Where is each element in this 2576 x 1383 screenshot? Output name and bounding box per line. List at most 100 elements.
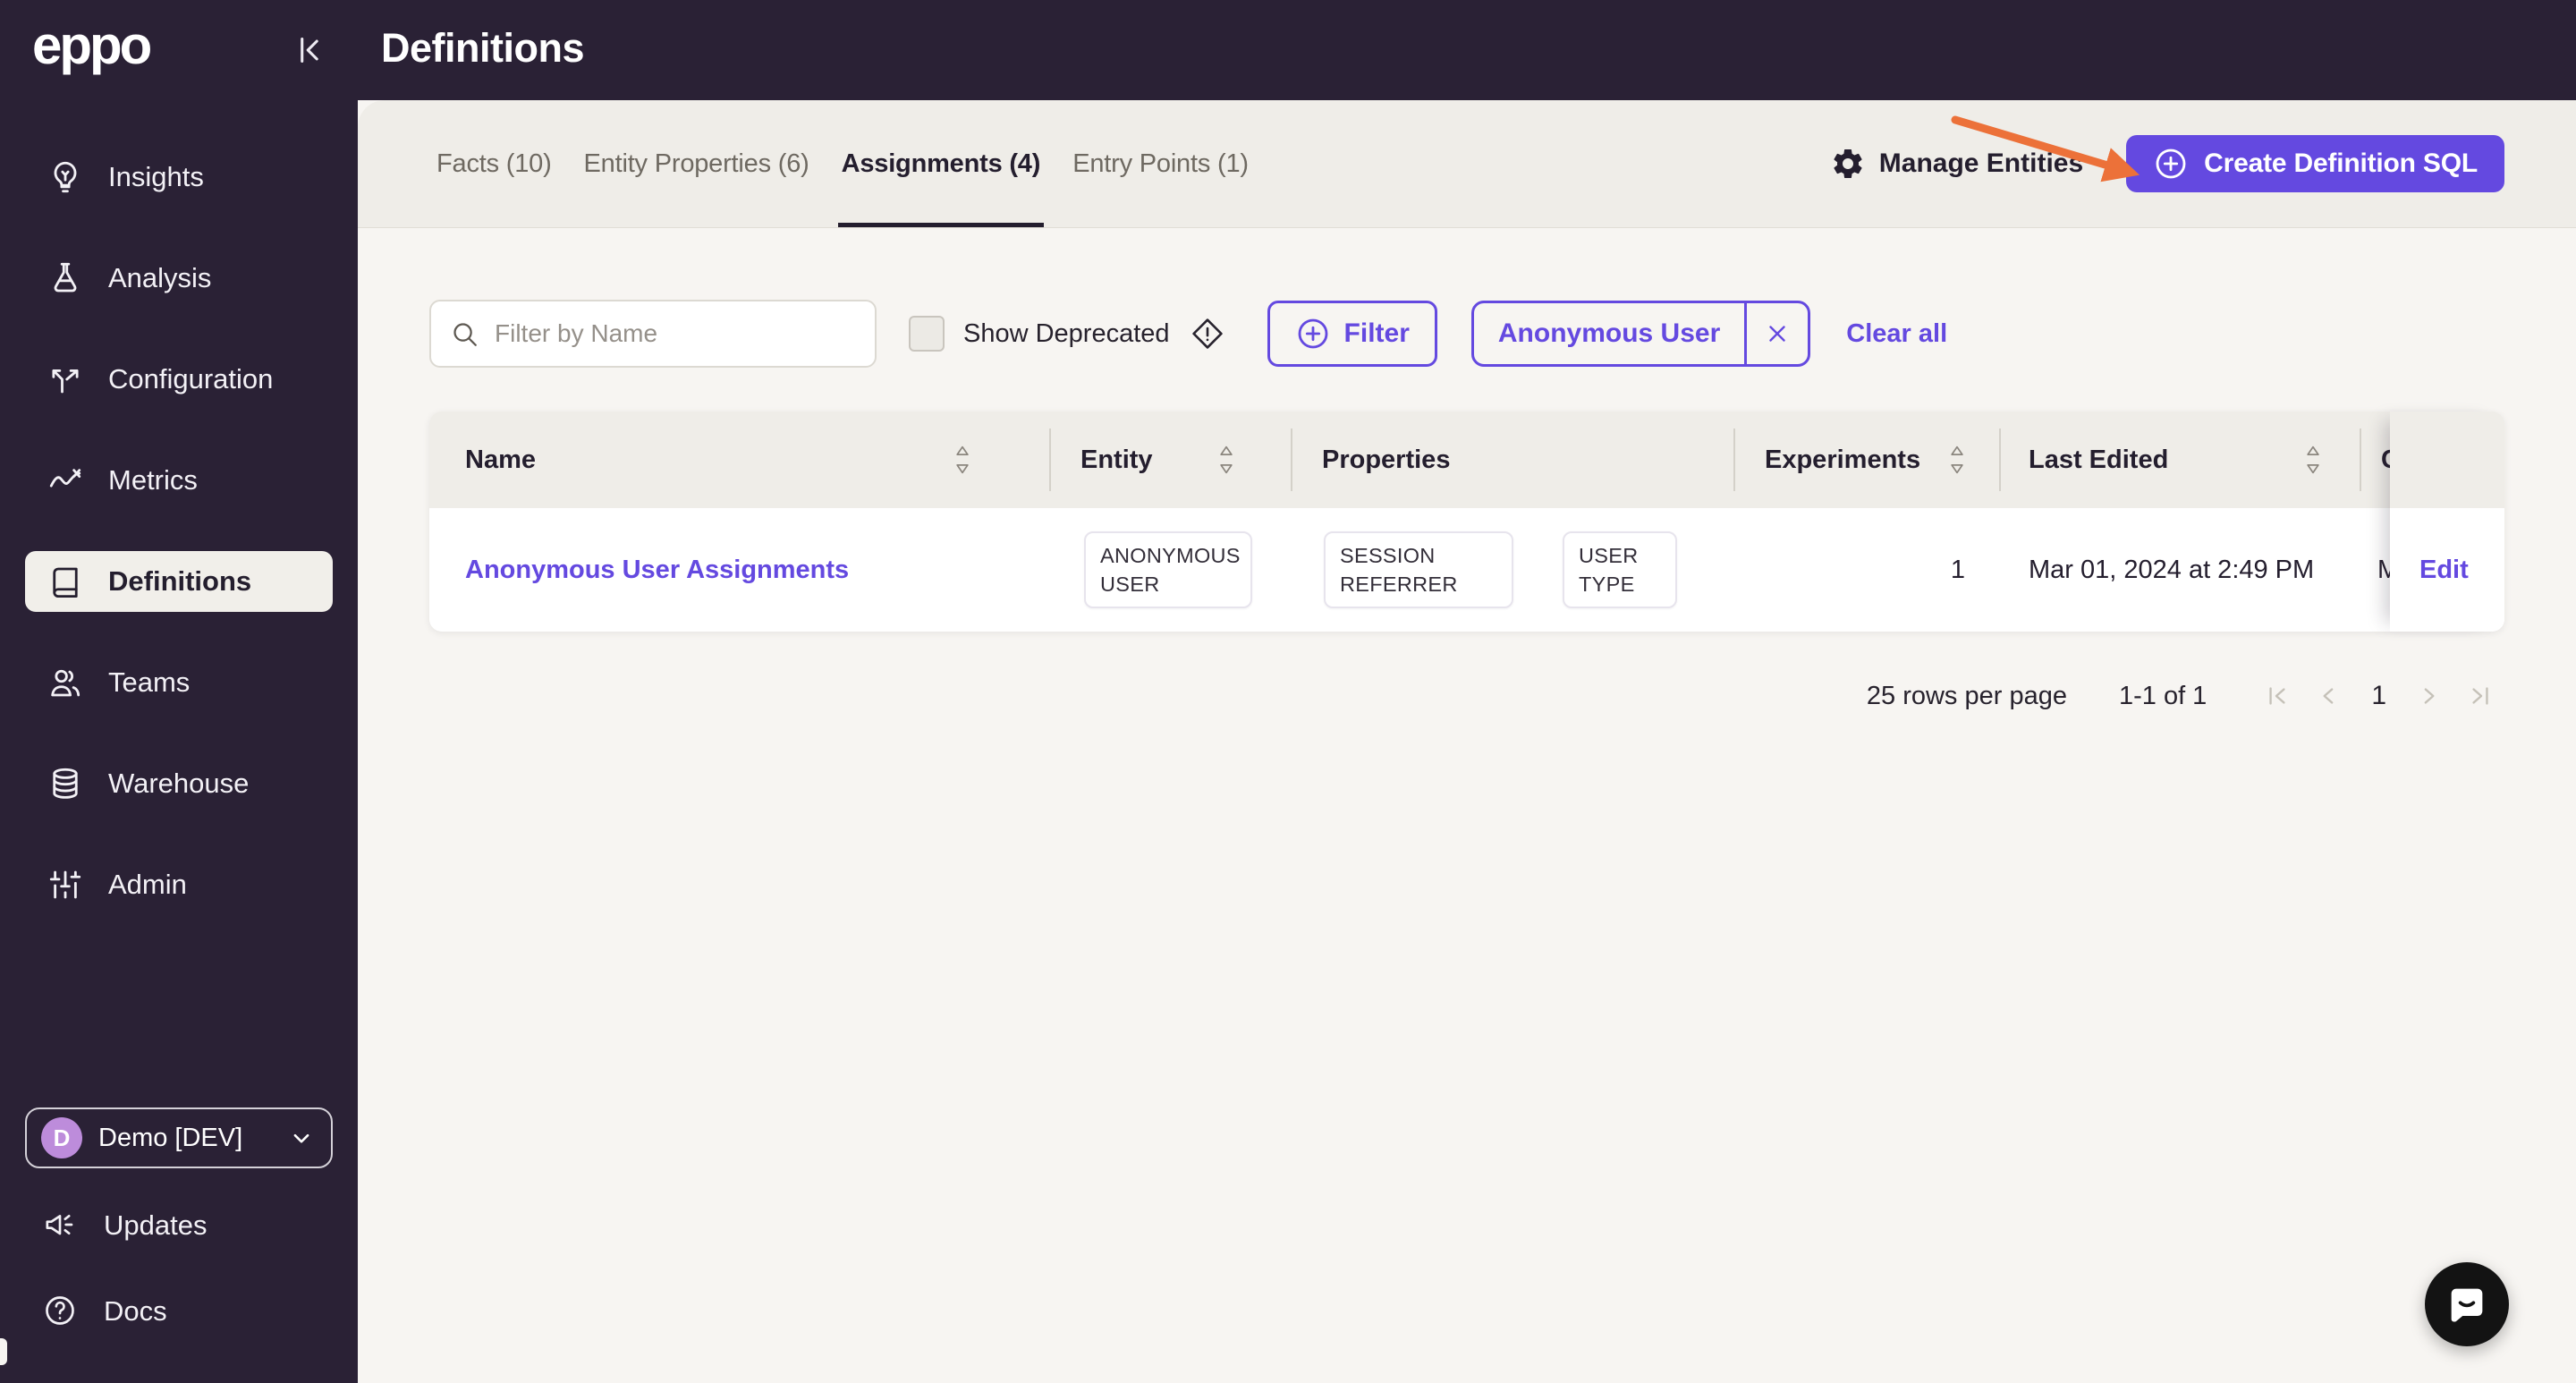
pinned-column-header <box>2390 412 2504 508</box>
pagination: 25 rows per page 1-1 of 1 1 <box>1867 673 2496 719</box>
chat-bubble-icon <box>2444 1281 2490 1328</box>
column-divider <box>1291 428 1292 491</box>
sort-icon[interactable] <box>1216 445 1236 475</box>
gear-icon <box>1830 146 1866 182</box>
search-icon <box>449 318 479 349</box>
column-divider <box>1049 428 1051 491</box>
sort-icon[interactable] <box>2303 445 2323 475</box>
workspace-switcher[interactable]: D Demo [DEV] <box>25 1107 333 1168</box>
trend-line-icon <box>47 462 84 499</box>
pager-controls: 1 <box>2262 681 2496 711</box>
header-actions: Manage Entities Create Definition SQL <box>1830 135 2504 192</box>
deprecated-info-diamond-icon[interactable] <box>1189 315 1226 352</box>
show-deprecated-checkbox[interactable] <box>909 316 945 352</box>
column-header-last-edited[interactable]: Last Edited <box>2029 412 2168 508</box>
next-page-button[interactable] <box>2413 681 2444 711</box>
sidebar-item-label: Analysis <box>108 261 212 293</box>
current-page[interactable]: 1 <box>2371 681 2386 711</box>
sidebar-item-metrics[interactable]: Metrics <box>0 429 358 530</box>
property-tag: SESSION REFERRER <box>1324 531 1513 608</box>
last-page-button[interactable] <box>2465 681 2496 711</box>
manage-entities-label: Manage Entities <box>1878 148 2084 178</box>
workspace-avatar: D <box>41 1117 82 1158</box>
sidebar-item-label: Docs <box>104 1295 167 1327</box>
clear-all-button[interactable]: Clear all <box>1841 318 1953 350</box>
previous-page-button[interactable] <box>2314 681 2344 711</box>
sidebar-item-label: Updates <box>104 1209 208 1241</box>
sidebar-item-insights[interactable]: Insights <box>0 126 358 227</box>
chevron-down-icon <box>286 1123 317 1153</box>
column-divider <box>1999 428 2001 491</box>
topbar: Definitions <box>0 0 2576 100</box>
tab-entry-points[interactable]: Entry Points (1) <box>1072 100 1249 227</box>
edit-link[interactable]: Edit <box>2419 556 2469 585</box>
filter-by-name-input[interactable] <box>493 318 857 349</box>
manage-entities-button[interactable]: Manage Entities <box>1830 146 2083 182</box>
pinned-actions-column: Edit <box>2390 412 2504 632</box>
column-header-experiments[interactable]: Experiments <box>1765 412 1920 508</box>
eppo-logo[interactable]: eppo <box>32 14 152 76</box>
chip-label: Anonymous User <box>1497 318 1721 348</box>
sidebar-item-configuration[interactable]: Configuration <box>0 328 358 429</box>
book-icon <box>47 563 84 600</box>
table-header: Name Entity Properties Experiments Last … <box>429 412 2504 508</box>
filter-row: Show Deprecated Filter Anonymous User <box>429 299 1953 369</box>
sidebar-item-docs[interactable]: Docs <box>0 1268 358 1354</box>
create-definition-sql-button[interactable]: Create Definition SQL <box>2126 135 2504 192</box>
flask-icon <box>47 259 84 297</box>
sidebar-item-label: Metrics <box>108 463 198 496</box>
sidebar-collapse-button[interactable] <box>288 30 329 71</box>
create-definition-sql-label: Create Definition SQL <box>2204 148 2478 178</box>
pinned-column-cell: Edit <box>2390 508 2504 632</box>
plus-circle-icon <box>1295 316 1331 352</box>
search-box <box>429 300 877 368</box>
sidebar-item-label: Configuration <box>108 362 274 395</box>
sidebar-item-warehouse[interactable]: Warehouse <box>0 733 358 834</box>
sidebar-nav: Insights Analysis Configuration Metrics … <box>0 126 358 935</box>
sort-icon[interactable] <box>1947 445 1967 475</box>
column-header-name[interactable]: Name <box>465 412 536 508</box>
sidebar-item-analysis[interactable]: Analysis <box>0 227 358 328</box>
show-deprecated-group: Show Deprecated <box>909 315 1226 352</box>
filter-button[interactable]: Filter <box>1267 301 1437 367</box>
sidebar-item-updates[interactable]: Updates <box>0 1183 358 1268</box>
column-divider <box>2360 428 2361 491</box>
sidebar-footer: Updates Docs <box>0 1183 358 1354</box>
plus-circle-icon <box>2153 146 2189 182</box>
column-header-entity[interactable]: Entity <box>1080 412 1153 508</box>
close-icon <box>1764 320 1791 347</box>
remove-filter-button[interactable] <box>1747 303 1808 364</box>
sidebar-item-admin[interactable]: Admin <box>0 834 358 935</box>
active-filter-chip[interactable]: Anonymous User <box>1470 301 1811 367</box>
property-tag: USER TYPE <box>1563 531 1677 608</box>
definitions-table: Name Entity Properties Experiments Last … <box>429 412 2504 632</box>
collapse-sidebar-icon <box>288 30 329 71</box>
chat-launcher-button[interactable] <box>2425 1262 2509 1346</box>
split-arrows-icon <box>47 361 84 398</box>
tab-facts[interactable]: Facts (10) <box>436 100 552 227</box>
page-title: Definitions <box>381 25 585 71</box>
sidebar-item-definitions[interactable]: Definitions <box>0 530 358 632</box>
definition-name-link[interactable]: Anonymous User Assignments <box>465 556 849 585</box>
sidebar-item-label: Insights <box>108 160 204 192</box>
tab-assignments[interactable]: Assignments (4) <box>837 100 1044 227</box>
sort-icon[interactable] <box>953 445 972 475</box>
lightbulb-icon <box>47 158 84 196</box>
sidebar-item-teams[interactable]: Teams <box>0 632 358 733</box>
workspace-name: Demo [DEV] <box>98 1123 243 1152</box>
edge-artifact <box>0 1338 7 1365</box>
megaphone-icon <box>42 1207 80 1244</box>
entity-tag: ANONYMOUS USER <box>1084 531 1252 608</box>
database-icon <box>47 765 84 802</box>
content-panel: Facts (10) Entity Properties (6) Assignm… <box>358 100 2576 1383</box>
column-header-properties[interactable]: Properties <box>1322 412 1450 508</box>
table-row: Anonymous User Assignments ANONYMOUS USE… <box>429 508 2504 632</box>
experiments-count: 1 <box>1950 555 1965 584</box>
column-divider <box>1733 428 1735 491</box>
first-page-button[interactable] <box>2262 681 2292 711</box>
last-edited-value: Mar 01, 2024 at 2:49 PM <box>2029 555 2315 584</box>
tab-entity-properties[interactable]: Entity Properties (6) <box>584 100 809 227</box>
rows-per-page-select[interactable]: 25 rows per page <box>1867 682 2067 711</box>
show-deprecated-label: Show Deprecated <box>963 318 1170 348</box>
sidebar-item-label: Definitions <box>108 564 252 597</box>
